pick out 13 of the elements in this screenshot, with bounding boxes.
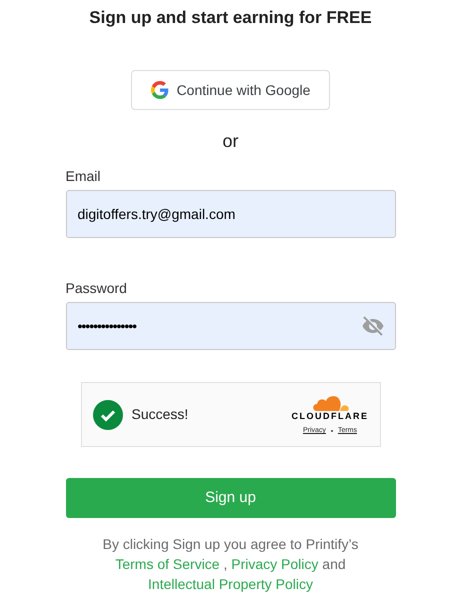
hide-password-icon[interactable]	[360, 314, 384, 338]
terms-notice: By clicking Sign up you agree to Printify’s Terms of Service , Privacy Policy and Intellectual Property Policy	[102, 535, 360, 594]
email-field[interactable]: digitoffers.try@gmail.com	[66, 190, 396, 238]
brand-wordmark: CLOUDFLARE	[292, 411, 368, 422]
captcha-status: Success!	[132, 405, 188, 424]
page-heading: Sign up and start earning for FREE	[89, 8, 372, 28]
google-sign-in-button[interactable]: Continue with Google	[131, 70, 330, 110]
or-separator: or	[222, 130, 238, 152]
password-field[interactable]: •••••••••••••••	[66, 302, 396, 350]
google-logo-icon	[150, 81, 169, 99]
cloud-logo-icon	[311, 394, 349, 411]
field-label: Email	[66, 168, 102, 184]
field-label: Password	[66, 280, 128, 296]
